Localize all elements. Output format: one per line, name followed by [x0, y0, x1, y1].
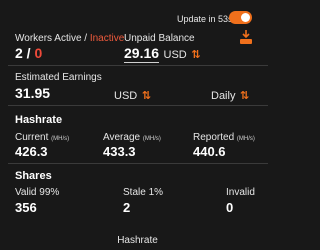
hashrate-current-label: Current (MH/s) [15, 132, 69, 143]
divider [8, 65, 268, 66]
earnings-period-swap-icon[interactable]: ⇅ [240, 90, 249, 102]
hashrate-section-title: Hashrate [15, 114, 63, 126]
workers-active-count: 2 [15, 45, 23, 61]
hashrate-current-caption: Current [15, 132, 49, 143]
earnings-unit: USD [114, 90, 138, 102]
hashrate-average-value: 433.3 [103, 144, 136, 159]
update-countdown-label: Update in 53s [177, 14, 233, 24]
workers-count-separator: / [22, 45, 35, 61]
hashrate-reported-unit: (MH/s) [236, 136, 255, 142]
hashrate-reported-caption: Reported [193, 132, 235, 143]
hashrate-chart-title: Hashrate [117, 235, 158, 246]
shares-valid-label: Valid 99% [15, 187, 60, 198]
shares-valid-value: 356 [15, 200, 37, 215]
estimated-earnings-value: 31.95 [15, 85, 51, 101]
workers-inactive-label: Inactive [89, 33, 125, 44]
workers-inactive-count: 0 [34, 45, 43, 61]
shares-section-title: Shares [15, 170, 52, 182]
hashrate-reported-label: Reported (MH/s) [193, 132, 255, 143]
earnings-currency-swap-icon[interactable]: ⇅ [142, 90, 151, 102]
hashrate-current-unit: (MH/s) [51, 136, 70, 142]
shares-invalid-value: 0 [226, 200, 234, 215]
shares-stale-label: Stale 1% [123, 187, 164, 198]
shares-stale-value: 2 [123, 200, 131, 215]
estimated-earnings-label: Estimated Earnings [15, 72, 102, 83]
workers-count: 2 / 0 [15, 45, 42, 61]
workers-active-label: Workers Active [15, 33, 82, 44]
workers-label-separator: / [81, 33, 90, 44]
unpaid-balance-unit: USD [163, 49, 187, 61]
hashrate-average-unit: (MH/s) [142, 136, 161, 142]
unpaid-balance-label: Unpaid Balance [124, 33, 195, 44]
auto-update-toggle[interactable] [229, 11, 252, 24]
earnings-period-label: Daily [211, 90, 236, 102]
balance-currency-swap-icon[interactable]: ⇅ [191, 49, 200, 61]
earnings-currency[interactable]: USD ⇅ [114, 86, 151, 104]
divider [8, 105, 268, 106]
hashrate-current-value: 426.3 [15, 144, 48, 159]
hashrate-average-label: Average (MH/s) [103, 132, 161, 143]
unpaid-balance-value: 29.16 [124, 45, 160, 63]
divider [8, 163, 268, 164]
shares-invalid-label: Invalid [226, 187, 255, 198]
hashrate-reported-value: 440.6 [193, 144, 226, 159]
payout-icon[interactable] [239, 29, 253, 45]
earnings-period-selector[interactable]: Daily ⇅ [211, 86, 249, 104]
unpaid-balance-row: 29.16 USD ⇅ [124, 45, 200, 63]
toggle-knob [241, 13, 250, 22]
workers-label: Workers Active / Inactive [15, 33, 124, 44]
hashrate-average-caption: Average [103, 132, 141, 143]
